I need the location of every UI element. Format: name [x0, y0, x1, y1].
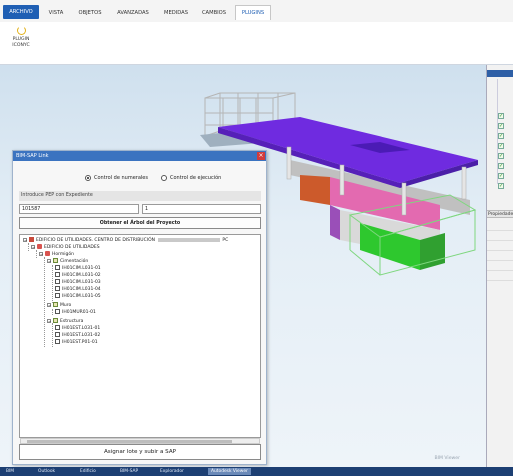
purple-wall	[330, 205, 340, 240]
tab-objetos[interactable]: OBJETOS	[74, 7, 106, 19]
ribbon-tab-bar: ARCHIVO VISTA OBJETOS AVANZADAS MEDIDAS …	[0, 0, 513, 23]
collapse-icon[interactable]: −	[23, 237, 27, 242]
properties-header: Propiedades	[487, 210, 513, 218]
bim-sap-link-dialog: BIM-SAP Link × Control de numerales Cont…	[12, 150, 267, 465]
layer-checkbox[interactable]: ✓	[498, 173, 504, 179]
tree-node-lot[interactable]: IH01EST.P01-01	[55, 339, 98, 346]
lot-icon	[55, 279, 60, 284]
plugin-iconyc-button[interactable]: PLUGIN ICONYC	[6, 26, 36, 60]
layer-checkbox[interactable]: ✓	[498, 123, 504, 129]
tree-node-lot[interactable]: IH01CIM.L031-02	[55, 272, 101, 279]
close-button[interactable]: ×	[257, 152, 265, 160]
right-panel-header	[487, 70, 513, 77]
pep-input[interactable]: 101587	[19, 204, 139, 214]
lot-icon	[55, 309, 60, 314]
building-icon	[29, 237, 34, 242]
building-icon	[37, 244, 42, 249]
folder-icon	[53, 302, 58, 307]
layer-checkbox[interactable]: ✓	[498, 153, 504, 159]
radio-unselected-icon	[161, 174, 167, 181]
tree-node-cimentacion[interactable]: − Cimentación	[47, 258, 88, 265]
radio-selected-icon	[85, 174, 91, 181]
lot-icon	[55, 265, 60, 270]
tree-node-root[interactable]: − EDIFICIO DE UTILIDADES. CENTRO DE DISTR…	[23, 237, 228, 244]
tab-archivo[interactable]: ARCHIVO	[3, 5, 39, 19]
layer-checkbox[interactable]: ✓	[498, 183, 504, 189]
property-row[interactable]	[487, 221, 513, 231]
lot-icon	[55, 286, 60, 291]
tree-node-hormigon[interactable]: − Hormigón	[39, 251, 74, 258]
layer-checkbox[interactable]: ✓	[498, 163, 504, 169]
pep-label: Introduce PEP con Expediente	[19, 191, 261, 201]
collapse-icon[interactable]: −	[47, 302, 51, 307]
tree-node-building[interactable]: − EDIFICIO DE UTILIDADES	[31, 244, 100, 251]
lot-icon	[55, 293, 60, 298]
tree-node-lot[interactable]: IH01EST.L031-01	[55, 325, 100, 332]
tree-node-estructura[interactable]: − Estructura	[47, 318, 83, 325]
get-project-tree-button[interactable]: Obtener el Árbol del Proyecto	[19, 217, 261, 229]
expediente-input[interactable]: 1	[142, 204, 261, 214]
tree-node-lot[interactable]: IH01MUR01-01	[55, 309, 96, 316]
taskbar-item[interactable]: Explorador	[160, 467, 184, 476]
taskbar-item[interactable]: Outlook	[38, 467, 55, 476]
assign-lot-upload-sap-button[interactable]: Asignar lote y subir a SAP	[19, 444, 261, 460]
tree-node-lot[interactable]: IH01CIM.L031-05	[55, 293, 101, 300]
property-row[interactable]	[487, 231, 513, 241]
right-panel-column	[489, 79, 498, 184]
tab-plugins[interactable]: PLUGINS	[235, 5, 271, 20]
property-row[interactable]	[487, 241, 513, 251]
ribbon-panel: PLUGIN ICONYC	[0, 22, 513, 65]
collapse-icon[interactable]: −	[47, 258, 51, 263]
tree-node-lot[interactable]: IH01CIM.L031-03	[55, 279, 101, 286]
lot-icon	[55, 332, 60, 337]
taskbar-item[interactable]: Edificio	[80, 467, 96, 476]
viewer-caption: BIM Viewer	[434, 456, 460, 461]
plugin-button-label-2: ICONYC	[12, 43, 30, 48]
lot-icon	[55, 272, 60, 277]
redacted-text	[158, 237, 221, 242]
taskbar-active-window[interactable]: Autodesk Viewer	[208, 468, 251, 475]
folder-icon	[53, 318, 58, 323]
orange-wall	[300, 175, 330, 205]
radio-control-numerales-label: Control de numerales	[94, 175, 148, 181]
layer-checkbox[interactable]: ✓	[498, 113, 504, 119]
material-icon	[45, 251, 50, 256]
layer-checkbox[interactable]: ✓	[498, 133, 504, 139]
lot-icon	[55, 339, 60, 344]
taskbar-item[interactable]: BIM-SAP	[120, 467, 138, 476]
folder-icon	[53, 258, 58, 263]
collapse-icon[interactable]: −	[31, 244, 35, 249]
scrollbar-thumb[interactable]	[27, 440, 232, 443]
tree-node-lot[interactable]: IH01CIM.L031-04	[55, 286, 101, 293]
tab-medidas[interactable]: MEDIDAS	[160, 7, 192, 19]
radio-control-numerales[interactable]: Control de numerales	[85, 174, 148, 182]
radio-control-ejecucion-label: Control de ejecución	[170, 175, 222, 181]
tab-vista[interactable]: VISTA	[45, 7, 67, 19]
tree-node-lot[interactable]: IH01CIM.L031-01	[55, 265, 101, 272]
layer-checkbox[interactable]: ✓	[498, 143, 504, 149]
right-panel: ✓ ✓ ✓ ✓ ✓ ✓ ✓ ✓ Propiedades	[486, 65, 513, 467]
property-row[interactable]	[487, 261, 513, 271]
taskbar: BIM Outlook Edificio BIM-SAP Explorador …	[0, 467, 513, 476]
property-row[interactable]	[487, 271, 513, 281]
radio-control-ejecucion[interactable]: Control de ejecución	[161, 174, 221, 182]
tree-node-muro[interactable]: − Muro	[47, 302, 71, 309]
collapse-icon[interactable]: −	[39, 251, 43, 256]
lot-icon	[55, 325, 60, 330]
dialog-title: BIM-SAP Link	[13, 151, 266, 161]
property-row[interactable]	[487, 251, 513, 261]
tab-cambios[interactable]: CAMBIOS	[198, 7, 230, 19]
taskbar-item[interactable]: BIM	[6, 467, 14, 476]
collapse-icon[interactable]: −	[47, 318, 51, 323]
tree-node-lot[interactable]: IH01EST.L031-02	[55, 332, 100, 339]
plugin-icon	[16, 26, 26, 35]
project-tree[interactable]: − EDIFICIO DE UTILIDADES. CENTRO DE DISTR…	[19, 234, 261, 438]
tab-avanzadas[interactable]: AVANZADAS	[112, 7, 154, 19]
